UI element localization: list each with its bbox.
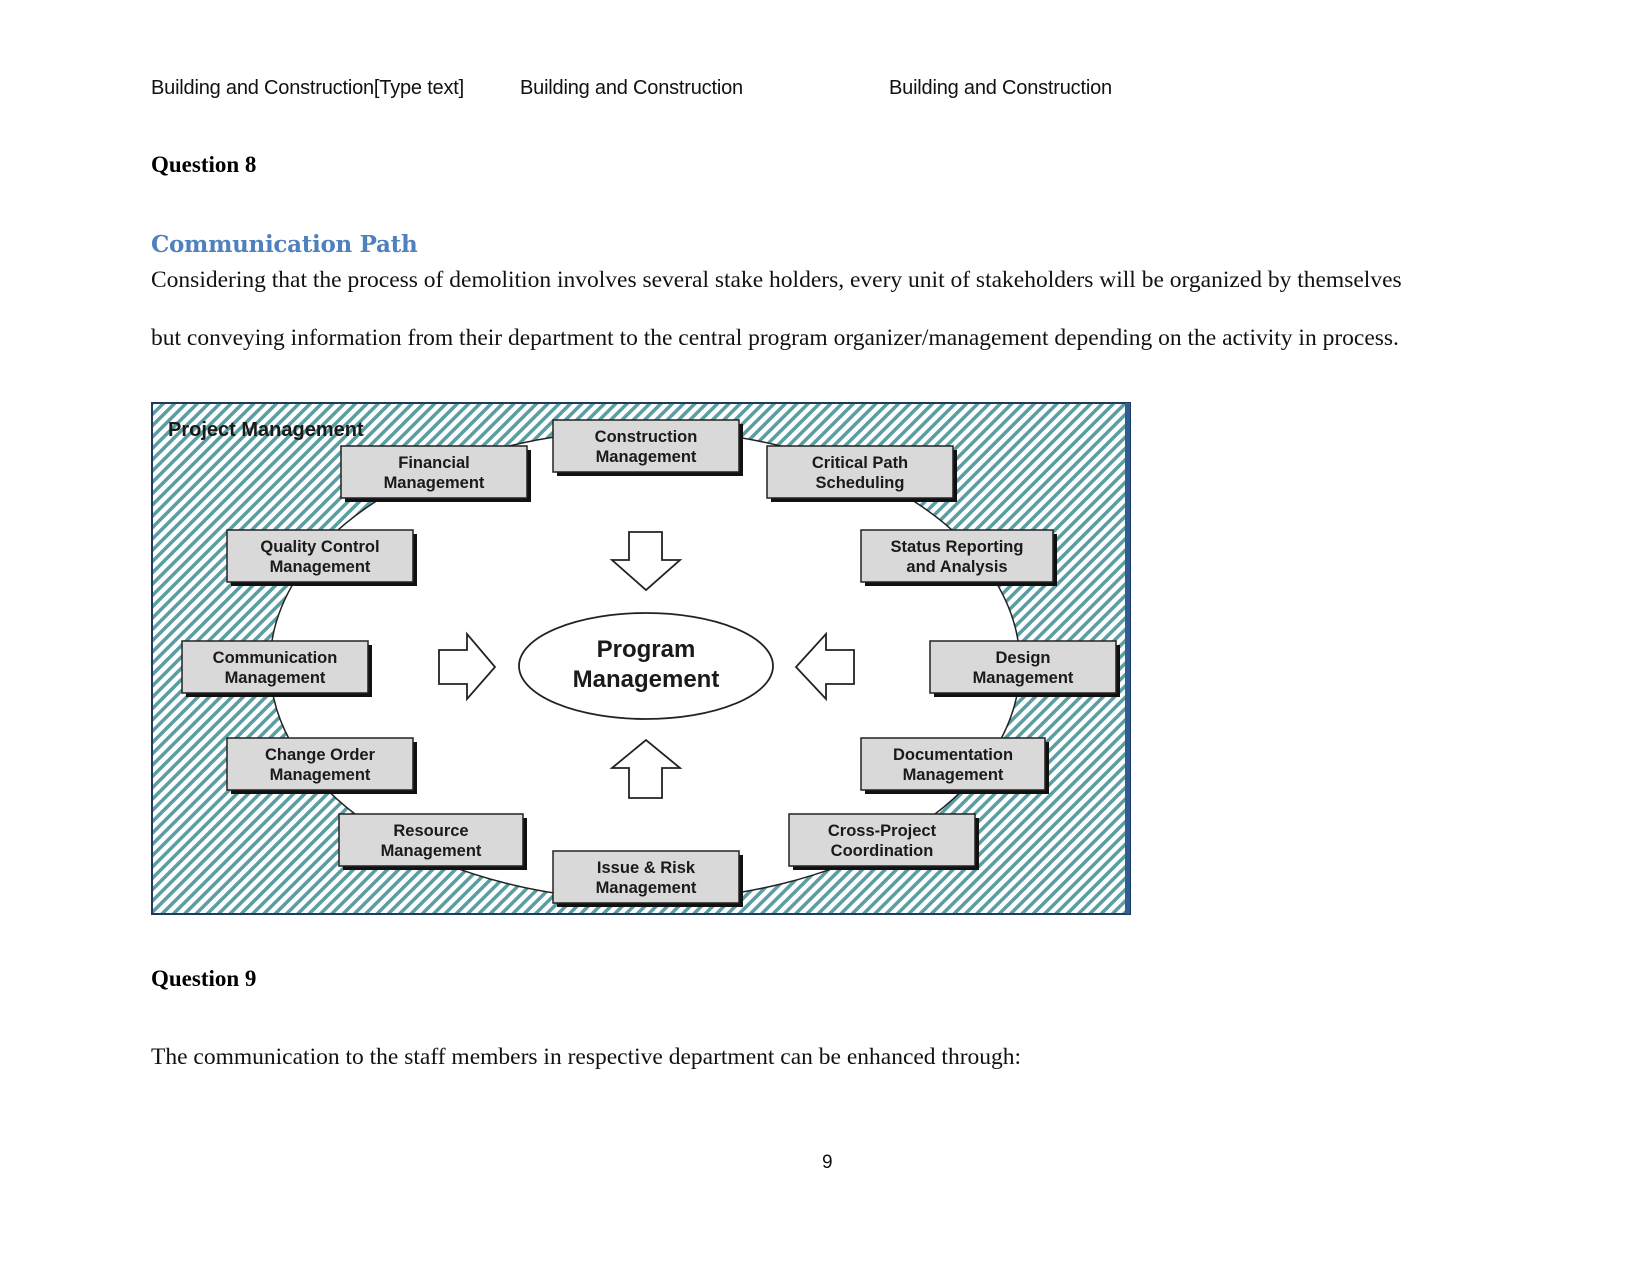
node-documentation: Documentation Management	[860, 737, 1049, 794]
program-management-label-line-1: Program	[597, 636, 696, 663]
frame-title: Project Management	[168, 419, 364, 441]
project-management-diagram: Project Management Construction Managemen…	[151, 402, 1131, 915]
node-communication: Communication Management	[181, 640, 372, 697]
node-label-line-2: and Analysis	[906, 558, 1007, 576]
node-label-line-2: Management	[596, 879, 697, 897]
section-heading-communication-path: Communication Path	[151, 231, 418, 258]
node-change-order: Change Order Management	[226, 737, 417, 794]
node-label-line-2: Management	[270, 558, 371, 576]
node-resource: Resource Management	[338, 813, 527, 870]
node-label-line-2: Management	[270, 766, 371, 784]
node-label-line-1: Issue & Risk	[597, 859, 696, 877]
node-construction: Construction Management	[552, 419, 743, 476]
node-label-line-1: Resource	[393, 822, 468, 840]
diagram-canvas: Project Management Construction Managemen…	[151, 402, 1131, 915]
node-quality-control: Quality Control Management	[226, 529, 417, 586]
page-number: 9	[822, 1152, 833, 1173]
node-design: Design Management	[929, 640, 1120, 697]
node-label-line-1: Critical Path	[812, 454, 908, 472]
node-label-line-1: Status Reporting	[891, 538, 1024, 556]
node-label-line-2: Management	[225, 669, 326, 687]
paragraph-line-2: but conveying information from their dep…	[151, 325, 1399, 351]
node-label-line-1: Documentation	[893, 746, 1013, 764]
paragraph-line-1: Considering that the process of demoliti…	[151, 267, 1402, 293]
program-management-label-line-2: Management	[573, 666, 720, 693]
node-label-line-2: Management	[381, 842, 482, 860]
node-label-line-1: Cross-Project	[828, 822, 937, 840]
question-9-body: The communication to the staff members i…	[151, 1044, 1022, 1070]
node-label-line-2: Management	[903, 766, 1004, 784]
node-cross-project: Cross-Project Coordination	[788, 813, 979, 870]
node-label-line-1: Financial	[398, 454, 470, 472]
header-right-text: Building and Construction	[889, 77, 1112, 99]
node-label-line-2: Management	[384, 474, 485, 492]
node-critical-path: Critical Path Scheduling	[766, 445, 957, 502]
node-label-line-2: Coordination	[831, 842, 934, 860]
header-left-text: Building and Construction[Type text]	[151, 77, 464, 99]
node-label-line-2: Management	[596, 448, 697, 466]
diagram-frame-right-edge	[1125, 403, 1130, 914]
node-label-line-1: Communication	[213, 649, 338, 667]
node-issue-risk: Issue & Risk Management	[552, 850, 743, 907]
node-label-line-2: Management	[973, 669, 1074, 687]
node-label-line-1: Change Order	[265, 746, 376, 764]
node-label-line-1: Quality Control	[260, 538, 379, 556]
node-label-line-1: Design	[995, 649, 1050, 667]
node-label-line-2: Scheduling	[816, 474, 905, 492]
node-status-reporting: Status Reporting and Analysis	[860, 529, 1057, 586]
question-9-heading: Question 9	[151, 966, 257, 991]
header-center-text: Building and Construction	[520, 77, 743, 99]
question-8-heading: Question 8	[151, 152, 257, 177]
node-financial: Financial Management	[340, 445, 531, 502]
node-label-line-1: Construction	[595, 428, 698, 446]
